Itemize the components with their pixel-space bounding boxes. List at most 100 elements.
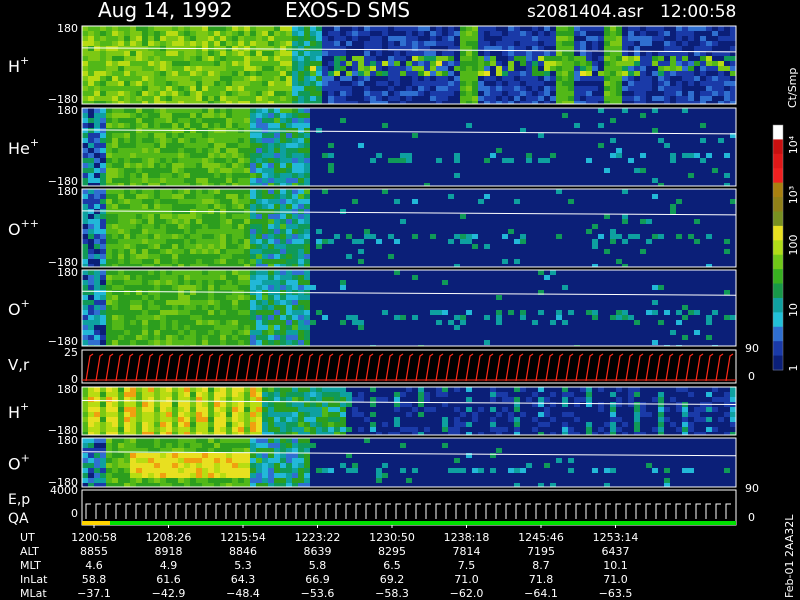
pixel-cell	[676, 66, 682, 71]
pixel-cell	[178, 133, 184, 138]
pixel-cell	[226, 204, 232, 209]
pixel-cell	[292, 412, 298, 417]
pixel-cell	[346, 412, 352, 417]
pixel-cell	[142, 453, 148, 458]
pixel-cell	[406, 26, 412, 31]
pixel-cell	[526, 427, 532, 432]
pixel-cell	[718, 86, 724, 91]
pixel-cell	[670, 71, 676, 76]
pixel-cell	[160, 66, 166, 71]
pixel-cell	[274, 417, 280, 422]
pixel-cell	[250, 259, 256, 264]
pixel-cell	[82, 335, 88, 340]
pixel-cell	[700, 71, 706, 76]
pixel-cell	[640, 46, 646, 51]
pixel-cell	[316, 422, 322, 427]
pixel-cell	[622, 91, 628, 96]
pixel-cell	[214, 402, 220, 407]
pixel-cell	[100, 108, 106, 113]
pixel-cell	[490, 51, 496, 56]
pixel-cell	[118, 468, 124, 473]
pixel-cell	[142, 249, 148, 254]
pixel-cell	[94, 427, 100, 432]
pixel-cell	[460, 412, 466, 417]
pixel-cell	[388, 158, 394, 163]
pixel-cell	[124, 310, 130, 315]
pixel-cell	[226, 163, 232, 168]
pixel-cell	[166, 417, 172, 422]
pixel-cell	[304, 259, 310, 264]
pixel-cell	[424, 36, 430, 41]
pixel-cell	[100, 118, 106, 123]
pixel-cell	[622, 31, 628, 36]
pixel-cell	[520, 239, 526, 244]
pixel-cell	[106, 66, 112, 71]
pixel-cell	[166, 214, 172, 219]
pixel-cell	[598, 387, 604, 392]
pixel-cell	[328, 163, 334, 168]
pixel-cell	[166, 163, 172, 168]
pixel-cell	[172, 31, 178, 36]
pixel-cell	[154, 443, 160, 448]
pixel-cell	[424, 81, 430, 86]
pixel-cell	[238, 153, 244, 158]
sms-spectrogram-plot: Aug 14, 1992 EXOS-D SMS s2081404.asr 12:…	[0, 0, 800, 600]
pixel-cell	[280, 158, 286, 163]
pixel-cell	[682, 56, 688, 61]
pixel-cell	[88, 86, 94, 91]
pixel-cell	[190, 407, 196, 412]
pixel-cell	[316, 417, 322, 422]
pixel-cell	[574, 36, 580, 41]
pixel-cell	[196, 249, 202, 254]
pixel-cell	[358, 51, 364, 56]
pixel-cell	[184, 335, 190, 340]
pixel-cell	[166, 194, 172, 199]
pixel-cell	[196, 340, 202, 345]
pixel-cell	[694, 81, 700, 86]
pixel-cell	[112, 113, 118, 118]
pixel-cell	[586, 229, 592, 234]
pixel-cell	[220, 51, 226, 56]
pixel-cell	[208, 148, 214, 153]
pixel-cell	[592, 31, 598, 36]
pixel-cell	[586, 417, 592, 422]
pixel-cell	[190, 168, 196, 173]
pixel-cell	[718, 71, 724, 76]
pixel-cell	[598, 427, 604, 432]
pixel-cell	[586, 310, 592, 315]
pixel-cell	[304, 392, 310, 397]
pixel-cell	[172, 219, 178, 224]
pixel-cell	[292, 81, 298, 86]
pixel-cell	[100, 290, 106, 295]
pixel-cell	[436, 91, 442, 96]
pixel-cell	[478, 96, 484, 101]
pixel-cell	[202, 123, 208, 128]
pixel-cell	[328, 41, 334, 46]
pixel-cell	[268, 158, 274, 163]
pixel-cell	[718, 36, 724, 41]
pixel-cell	[202, 204, 208, 209]
pixel-cell	[250, 417, 256, 422]
pixel-cell	[706, 36, 712, 41]
pixel-cell	[184, 295, 190, 300]
pixel-cell	[82, 118, 88, 123]
pixel-cell	[370, 41, 376, 46]
pixel-cell	[682, 81, 688, 86]
pixel-cell	[256, 158, 262, 163]
pixel-cell	[82, 138, 88, 143]
pixel-cell	[304, 199, 310, 204]
pixel-cell	[436, 387, 442, 392]
pixel-cell	[244, 36, 250, 41]
pixel-cell	[562, 51, 568, 56]
pixel-cell	[604, 387, 610, 392]
pixel-cell	[712, 417, 718, 422]
pixel-cell	[304, 178, 310, 183]
pixel-cell	[730, 66, 736, 71]
pixel-cell	[418, 61, 424, 66]
pixel-cell	[244, 275, 250, 280]
pixel-cell	[460, 56, 466, 61]
pixel-cell	[148, 335, 154, 340]
pixel-cell	[220, 402, 226, 407]
pixel-cell	[580, 407, 586, 412]
pixel-cell	[724, 46, 730, 51]
